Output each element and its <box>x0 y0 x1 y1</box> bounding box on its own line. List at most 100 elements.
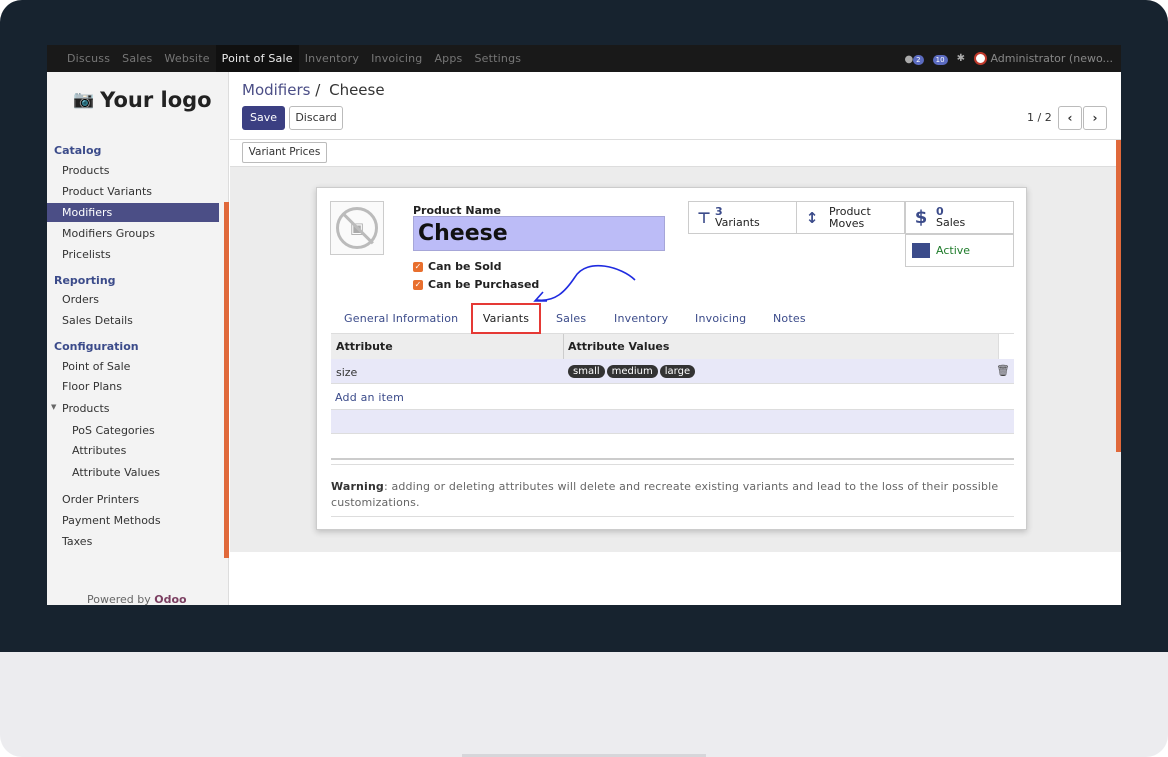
menu-sales[interactable]: Sales <box>116 45 158 72</box>
empty-table-row <box>331 409 1014 434</box>
menu-apps[interactable]: Apps <box>428 45 468 72</box>
user-menu[interactable]: Administrator (newo... <box>973 51 1113 66</box>
active-toggle-button[interactable]: Active <box>905 234 1014 267</box>
pager-next-button[interactable]: › <box>1083 106 1107 130</box>
sidebar-section-catalog: Catalog <box>54 144 102 157</box>
avatar <box>973 52 987 66</box>
sidebar-item-taxes[interactable]: Taxes <box>62 535 92 548</box>
odoo-link[interactable]: Odoo <box>154 593 186 605</box>
activity-badge: 10 <box>932 55 948 65</box>
content-scroll-edge <box>1116 140 1121 452</box>
menu-invoicing[interactable]: Invoicing <box>365 45 428 72</box>
product-moves-line2: Moves <box>829 216 865 230</box>
warning-label: Warning <box>331 480 384 493</box>
sidebar-item-product-variants[interactable]: Product Variants <box>62 185 152 198</box>
attribute-values-cell[interactable]: small medium large <box>568 365 696 378</box>
archive-icon <box>912 243 930 258</box>
sidebar-section-configuration: Configuration <box>54 340 139 353</box>
chat-button[interactable]: ● 2 <box>904 52 924 65</box>
sidebar-item-payment-methods[interactable]: Payment Methods <box>62 514 161 527</box>
table-row[interactable]: size small medium large 🗑 <box>331 359 1014 384</box>
sidebar-item-order-printers[interactable]: Order Printers <box>62 493 139 506</box>
menu-point-of-sale[interactable]: Point of Sale <box>215 45 299 72</box>
sales-smart-button[interactable]: $ 0 Sales <box>905 201 1014 234</box>
breadcrumb: Modifiers / Cheese <box>242 81 385 99</box>
sidebar-item-orders[interactable]: Orders <box>62 293 99 306</box>
sales-label: Sales <box>936 216 966 229</box>
variants-smart-button[interactable]: ⊤ 3 Variants <box>688 201 797 234</box>
variants-label: Variants <box>715 216 760 229</box>
powered-prefix: Powered by <box>87 593 151 605</box>
value-tag: large <box>659 365 696 378</box>
sidebar-item-floor-plans[interactable]: Floor Plans <box>62 380 122 393</box>
menu-inventory[interactable]: Inventory <box>299 45 365 72</box>
pager-previous-button[interactable]: ‹ <box>1058 106 1082 130</box>
attribute-cell[interactable]: size <box>336 366 357 379</box>
table-footer <box>331 458 1014 465</box>
chevron-left-icon: ‹ <box>1067 111 1073 125</box>
powered-by: Powered by Odoo <box>87 593 187 605</box>
sidebar-item-config-products[interactable]: Products <box>62 402 110 415</box>
sidebar-item-modifiers-groups[interactable]: Modifiers Groups <box>62 227 155 240</box>
chatter-area <box>230 552 1121 605</box>
breadcrumb-separator: / <box>315 81 321 99</box>
tab-general-information[interactable]: General Information <box>344 312 458 325</box>
sidebar: 📷 Your logo Catalog Products Product Var… <box>47 72 229 605</box>
active-label: Active <box>936 244 971 257</box>
warning-message: : adding or deleting attributes will del… <box>331 480 999 509</box>
sidebar-section-reporting: Reporting <box>54 274 116 287</box>
breadcrumb-parent[interactable]: Modifiers <box>242 81 310 99</box>
logo-text: Your logo <box>100 88 212 112</box>
arrows-vertical-icon: ↕ <box>805 208 819 227</box>
monitor-stand <box>0 652 1168 757</box>
add-an-item-link[interactable]: Add an item <box>335 391 404 404</box>
can-be-sold-checkbox[interactable]: ✓ Can be Sold <box>413 260 501 273</box>
sidebar-item-products[interactable]: Products <box>62 164 110 177</box>
menu-website[interactable]: Website <box>158 45 215 72</box>
sidebar-item-modifiers[interactable]: Modifiers <box>47 203 219 222</box>
tab-notes[interactable]: Notes <box>773 312 806 325</box>
activity-button[interactable]: 10 <box>932 52 948 65</box>
value-tag: medium <box>606 365 658 378</box>
pager-value: 1 / 2 <box>1027 111 1052 124</box>
save-button[interactable]: Save <box>242 106 285 130</box>
no-image-icon: ▣ <box>336 207 378 249</box>
sidebar-item-pricelists[interactable]: Pricelists <box>62 248 111 261</box>
product-image[interactable]: ▣ <box>330 201 384 255</box>
menu-discuss[interactable]: Discuss <box>61 45 116 72</box>
sidebar-scroll-edge <box>224 202 229 558</box>
sidebar-item-attribute-values[interactable]: Attribute Values <box>72 466 160 479</box>
sidebar-item-sales-details[interactable]: Sales Details <box>62 314 133 327</box>
caret-down-icon[interactable]: ▼ <box>51 403 56 411</box>
form-statusbar: Variant Prices <box>230 140 1121 167</box>
debug-bug-icon[interactable]: ✱ <box>957 53 965 64</box>
user-name: Administrator (newo... <box>990 51 1113 65</box>
form-sheet: ▣ Product Name Cheese ✓ Can be Sold ✓ Ca… <box>316 187 1027 530</box>
sitemap-icon: ⊤ <box>697 208 711 227</box>
sidebar-item-pos-categories[interactable]: PoS Categories <box>72 424 155 437</box>
annotation-arrow-icon <box>533 264 636 302</box>
product-moves-smart-button[interactable]: ↕ Product Moves <box>796 201 905 234</box>
value-tag: small <box>568 365 605 378</box>
discard-button[interactable]: Discard <box>289 106 343 130</box>
can-be-sold-label: Can be Sold <box>428 260 502 273</box>
column-header-attribute[interactable]: Attribute <box>336 340 393 353</box>
company-logo: 📷 Your logo <box>73 88 212 112</box>
sidebar-item-attributes[interactable]: Attributes <box>72 444 126 457</box>
chevron-right-icon: › <box>1092 111 1098 125</box>
trash-icon[interactable]: 🗑 <box>996 364 1010 377</box>
checkbox-checked-icon: ✓ <box>413 279 423 290</box>
variant-prices-button[interactable]: Variant Prices <box>242 142 327 163</box>
checkbox-checked-icon: ✓ <box>413 261 423 272</box>
tab-invoicing[interactable]: Invoicing <box>695 312 746 325</box>
menu-settings[interactable]: Settings <box>468 45 527 72</box>
control-panel: Modifiers / Cheese Save Discard 1 / 2 ‹ … <box>230 72 1121 140</box>
chat-icon: ● <box>904 54 914 65</box>
chat-badge: 2 <box>913 55 924 65</box>
warning-text: Warning: adding or deleting attributes w… <box>331 479 1011 511</box>
breadcrumb-current: Cheese <box>329 81 385 99</box>
sidebar-item-point-of-sale[interactable]: Point of Sale <box>62 360 130 373</box>
product-name-input[interactable]: Cheese <box>413 216 665 251</box>
camera-icon: 📷 <box>73 90 95 110</box>
screen: Discuss Sales Website Point of Sale Inve… <box>47 45 1121 605</box>
